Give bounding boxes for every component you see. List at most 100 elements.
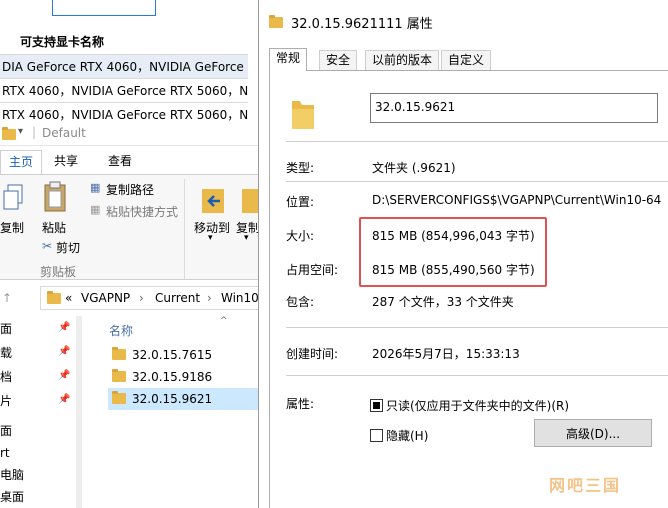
readonly-checkbox[interactable] [370, 399, 383, 412]
created-value: 2026年5月7日，15:33:13 [372, 347, 520, 361]
ribbon-tabs: 主页 共享 查看 [0, 148, 262, 174]
contains-label: 包含: [286, 295, 315, 309]
background-web-page: 可支持显卡名称 DIA GeForce RTX 4060，NVIDIA GeFo… [0, 0, 258, 122]
nav-item[interactable]: 档 [0, 366, 12, 388]
folder-icon [112, 391, 126, 404]
list-item[interactable]: 32.0.15.7615 [108, 344, 258, 366]
quick-access-toolbar: ▾ | Default [0, 122, 262, 146]
ribbon-panel: 复制 粘贴 ▦ 复制路径 ▦ 粘贴快捷方式 ✂ 剪切 剪贴板 移动到 ▾ 复制 … [0, 174, 262, 280]
breadcrumb-win10[interactable]: Win10- [221, 291, 262, 305]
contains-value: 287 个文件，33 个文件夹 [372, 295, 514, 309]
type-value: 文件夹 (.9621) [372, 161, 456, 175]
type-label: 类型: [286, 161, 315, 175]
folder-icon [292, 101, 314, 129]
paste-icon[interactable] [42, 181, 68, 213]
nav-item[interactable]: 面 [0, 420, 12, 442]
hidden-checkbox[interactable] [370, 429, 383, 442]
file-name: 32.0.15.7615 [132, 348, 213, 362]
pin-icon[interactable]: 📌 [58, 394, 70, 405]
nav-item[interactable]: 载 [0, 342, 12, 364]
checkbox-indeterminate-mark [373, 402, 380, 409]
folder-name-field[interactable]: 32.0.15.9621 [370, 93, 658, 123]
table-header: 可支持显卡名称 [0, 30, 248, 54]
nav-item[interactable]: 桌面 [0, 486, 24, 508]
divider [184, 179, 185, 279]
nav-item[interactable]: rt [0, 442, 10, 464]
dropdown-arrow-icon[interactable]: ▾ [244, 233, 249, 243]
folder-icon [269, 15, 283, 30]
tab-share[interactable]: 共享 [46, 150, 86, 174]
attributes-label: 属性: [286, 397, 315, 411]
nav-item[interactable]: 片 [0, 390, 12, 412]
table-row: RTX 4060，NVIDIA GeForce RTX 5060，NVIDIA [2, 108, 248, 122]
nav-item[interactable]: 面 [0, 318, 12, 340]
nav-scrollbar[interactable] [76, 316, 82, 508]
divider: | [32, 125, 37, 139]
dialog-title: 32.0.15.9621111 属性 [291, 17, 433, 32]
file-name: 32.0.15.9186 [132, 370, 213, 384]
tab-general[interactable]: 常规 [269, 48, 308, 71]
location-value: D:\SERVERCONFIGS$\VGAPNP\Current\Win10-6… [372, 193, 662, 207]
divider [286, 141, 668, 142]
list-item-selected[interactable]: 32.0.15.9621 [108, 388, 258, 410]
advanced-button[interactable]: 高级(D)... [534, 419, 652, 447]
breadcrumb-separator-icon: › [207, 291, 212, 305]
paste-shortcut-button[interactable]: 粘贴快捷方式 [106, 203, 178, 220]
paste-shortcut-icon: ▦ [90, 203, 101, 216]
qat-dropdown-icon[interactable]: ▾ [18, 126, 23, 137]
general-tab-panel: 32.0.15.9621 类型: 文件夹 (.9621) 位置: D:\SERV… [269, 70, 668, 508]
location-label: 位置: [286, 195, 315, 209]
tab-view[interactable]: 查看 [100, 150, 140, 174]
tab-previous-versions[interactable]: 以前的版本 [365, 50, 440, 70]
scissors-icon: ✂ [42, 239, 53, 253]
hidden-label[interactable]: 隐藏(H) [386, 427, 428, 444]
file-list: ^ 名称 32.0.15.7615 32.0.15.9186 32.0.15.9… [100, 316, 262, 508]
move-to-icon[interactable] [200, 185, 226, 215]
readonly-label[interactable]: 只读(仅应用于文件夹中的文件)(R) [386, 397, 569, 414]
title-bar: 32.0.15.9621111 属性 [259, 8, 668, 36]
divider [286, 327, 668, 328]
up-arrow-icon[interactable]: ↑ [2, 291, 12, 305]
nav-item[interactable]: 电脑 [0, 464, 24, 486]
table-row: RTX 4060，NVIDIA GeForce RTX 5060，NVIDIA … [2, 84, 248, 98]
pin-icon[interactable]: 📌 [58, 322, 70, 333]
pin-icon[interactable]: 📌 [58, 346, 70, 357]
tab-customize[interactable]: 自定义 [441, 50, 492, 70]
file-explorer-window: ▾ | Default 主页 共享 查看 复制 粘贴 ▦ 复制路径 ▦ 粘贴快捷… [0, 122, 262, 508]
folder-icon [2, 127, 16, 142]
breadcrumb-current[interactable]: Current [155, 291, 200, 305]
address-bar[interactable]: « VGAPNP › Current › Win10- [40, 286, 262, 310]
breadcrumb-vgapnp[interactable]: VGAPNP [81, 291, 130, 305]
web-tab-active[interactable] [52, 0, 156, 16]
pin-icon[interactable]: 📌 [58, 370, 70, 381]
divider [286, 375, 668, 376]
list-item[interactable]: 32.0.15.9186 [108, 366, 258, 388]
breadcrumb-overflow[interactable]: « [65, 291, 72, 305]
created-label: 创建时间: [286, 347, 339, 361]
dialog-tabs: 常规 安全 以前的版本 自定义 [269, 48, 668, 71]
clipboard-group-label: 剪贴板 [40, 265, 77, 279]
column-header-name[interactable]: 名称 [109, 322, 133, 339]
divider [286, 181, 668, 182]
address-row: ↑ « VGAPNP › Current › Win10- [0, 286, 262, 312]
folder-icon [112, 369, 126, 382]
copy-button[interactable]: 复制 [0, 219, 24, 236]
sort-arrow-icon[interactable]: ^ [220, 316, 228, 326]
cut-button[interactable]: 剪切 [56, 239, 80, 256]
breadcrumb-separator-icon: › [139, 291, 144, 305]
folder-icon [112, 347, 126, 360]
highlight-box [359, 217, 547, 287]
navigation-pane: 面 📌 载 📌 档 📌 片 📌 面 rt 电脑 桌面 [0, 316, 100, 508]
window-title: Default [42, 126, 86, 140]
size-on-disk-label: 占用空间: [286, 263, 339, 277]
tab-security[interactable]: 安全 [319, 50, 358, 70]
dropdown-arrow-icon[interactable]: ▾ [208, 233, 213, 243]
web-tab-strip [0, 0, 258, 16]
paste-button[interactable]: 粘贴 [42, 219, 66, 236]
watermark: 网吧三国 [549, 476, 622, 495]
copy-path-button[interactable]: 复制路径 [106, 181, 154, 198]
copy-icon[interactable] [2, 183, 26, 213]
tab-home[interactable]: 主页 [0, 150, 43, 174]
size-label: 大小: [286, 229, 315, 243]
file-name: 32.0.15.9621 [132, 392, 213, 406]
